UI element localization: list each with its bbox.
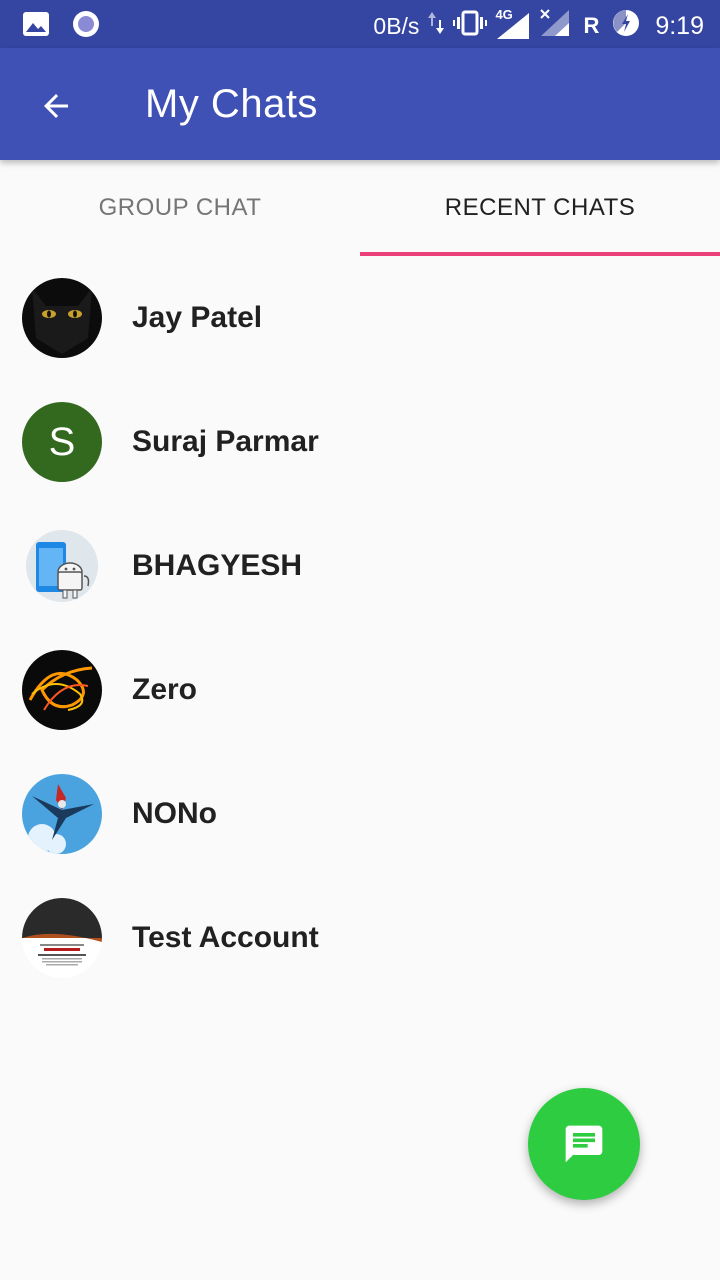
chat-row-zero[interactable]: Zero xyxy=(0,628,720,752)
signal-x-icon xyxy=(539,8,571,44)
network-speed: 0B/s xyxy=(373,12,420,39)
avatar xyxy=(22,526,102,606)
record-icon xyxy=(72,10,100,43)
vibrate-icon xyxy=(453,10,488,42)
chat-name: NONo xyxy=(132,797,217,830)
clock: 9:19 xyxy=(655,11,704,40)
roaming-indicator: R xyxy=(583,13,600,38)
chat-row-bhagyesh[interactable]: BHAGYESH xyxy=(0,504,720,628)
tab-bar: GROUP CHAT RECENT CHATS xyxy=(0,160,720,256)
avatar xyxy=(22,774,102,854)
anime-character-photo xyxy=(22,774,102,854)
page-title: My Chats xyxy=(145,82,318,126)
chat-row-suraj-parmar[interactable]: S Suraj Parmar xyxy=(0,380,720,504)
back-button[interactable] xyxy=(28,78,84,134)
tab-group-chat[interactable]: GROUP CHAT xyxy=(0,160,360,256)
signal-icon xyxy=(497,13,530,39)
new-message-button[interactable] xyxy=(528,1088,640,1200)
chat-name: BHAGYESH xyxy=(132,549,303,582)
battery-charging-icon xyxy=(611,8,641,44)
chat-row-nono[interactable]: NONo xyxy=(0,752,720,876)
image-icon xyxy=(22,11,50,42)
avatar xyxy=(22,650,102,730)
message-icon xyxy=(565,1125,603,1163)
status-bar: 0B/s 4G R 9:19 xyxy=(0,0,720,48)
orange-light-swirl-photo xyxy=(22,650,102,730)
tab-recent-chats[interactable]: RECENT CHATS xyxy=(360,160,720,256)
chat-row-test-account[interactable]: Test Account xyxy=(0,876,720,1000)
the-null-pointer-exception-book-cover xyxy=(22,898,102,978)
avatar xyxy=(22,898,102,978)
chat-name: Zero xyxy=(132,673,198,706)
avatar: S xyxy=(22,402,102,482)
chat-list: Jay Patel S Suraj Parmar BHAGYESH Zero N… xyxy=(0,256,720,1000)
data-arrows-icon xyxy=(427,10,445,42)
android-phone-icon xyxy=(26,530,98,602)
chat-name: Jay Patel xyxy=(132,301,263,334)
arrow-left-icon xyxy=(44,94,68,118)
chat-name: Suraj Parmar xyxy=(132,425,319,458)
chat-name: Test Account xyxy=(132,921,319,954)
app-bar: My Chats xyxy=(0,48,720,160)
avatar-letter: S xyxy=(48,419,76,464)
avatar xyxy=(22,278,102,358)
chat-row-jay-patel[interactable]: Jay Patel xyxy=(0,256,720,380)
black-cat-photo xyxy=(22,278,102,358)
